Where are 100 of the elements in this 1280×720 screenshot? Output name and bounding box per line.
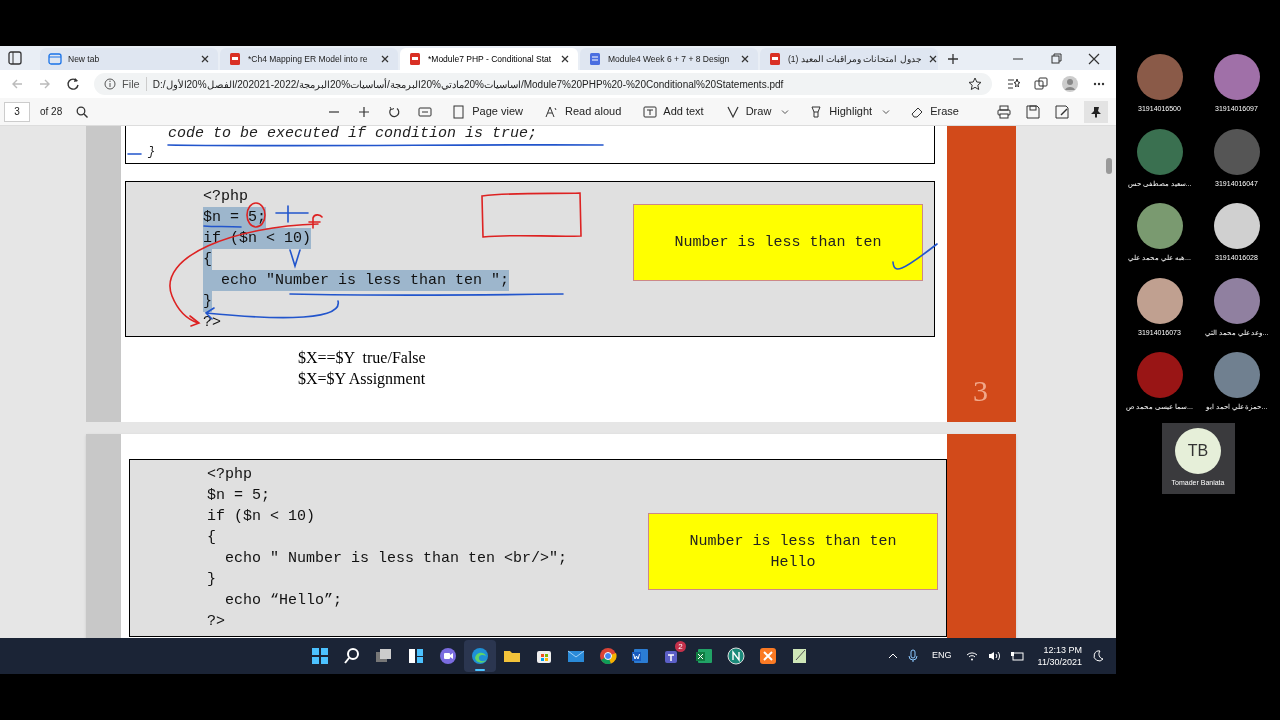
page-number: 3 — [973, 376, 988, 406]
url-text: D:/اساسيات%20مادتي%20البرمجة/أساسيات%20البرمجة/2022-202021/الفصل%20الأول/Module7%20PHP%20-%20Conditional%20Statements.pdf — [152, 77, 784, 92]
browser-tab[interactable]: *Ch4 Mapping ER Model into re — [220, 48, 398, 70]
pin-toolbar-button[interactable] — [1084, 100, 1108, 123]
page-count: of 28 — [40, 105, 63, 119]
profile-icon — [1062, 76, 1078, 92]
code-line: { — [207, 528, 216, 548]
favorite-star-icon — [968, 77, 982, 91]
language-indicator[interactable]: ENG — [932, 649, 952, 663]
moon-icon — [1092, 650, 1104, 662]
code-line: $n = 5; — [207, 486, 270, 506]
addtext-button[interactable]: Add text — [641, 100, 706, 123]
back-icon — [10, 77, 24, 91]
code-line: code to be executed if condition is true; — [168, 126, 539, 142]
avatar-photo-placeholder — [1136, 352, 1183, 398]
netbeans-icon — [726, 646, 746, 666]
read-aloud-icon — [545, 104, 559, 119]
tab-title: جدول امتحانات ومراقبات المعيد (1) — [788, 52, 922, 66]
tab-actions-icon — [8, 51, 22, 65]
browser-tab[interactable]: *Module7 PHP - Conditional Stat — [400, 48, 578, 70]
scrollbar[interactable] — [1106, 158, 1112, 174]
document-icon — [588, 52, 602, 66]
save-icon — [1026, 104, 1040, 119]
pageview-button[interactable]: Page view — [450, 100, 525, 123]
note-text: $X==$Y true/False — [298, 348, 426, 368]
zoom-in-icon — [358, 105, 371, 118]
battery-icon — [1009, 651, 1024, 661]
chevron-up-icon — [888, 652, 899, 660]
browser-tab[interactable]: New tab — [40, 48, 218, 70]
code-line: ?> — [203, 313, 221, 333]
speaker-icon — [987, 651, 1000, 661]
code-line: } — [148, 146, 157, 159]
taskbar-app-button[interactable]: 2 — [656, 640, 688, 672]
restore-icon — [1050, 53, 1062, 65]
pdf-file-icon — [228, 52, 242, 66]
info-icon — [104, 78, 116, 90]
code-line: echo " Number is less than ten <br/>"; — [224, 549, 568, 569]
draw-button[interactable]: Draw — [723, 100, 774, 123]
new-tab-plus-icon — [946, 52, 960, 66]
notification-badge: 2 — [675, 641, 686, 652]
avatar-photo-placeholder — [1136, 54, 1183, 100]
chrome-browser-icon — [598, 646, 618, 666]
spreadsheet-icon — [694, 646, 714, 666]
wifi-icon — [965, 651, 978, 661]
page-number-field[interactable]: 3 — [4, 101, 30, 122]
browser-tab[interactable]: Module4 Week 6 + 7 + 8 Design — [580, 48, 758, 70]
windows-start-icon — [310, 646, 330, 666]
tab-title: New tab — [68, 52, 101, 66]
pin-icon — [1090, 105, 1102, 118]
page-view-icon — [452, 104, 467, 119]
file-label: File — [122, 76, 140, 92]
print-icon — [997, 104, 1011, 119]
note-text: $X=$Y Assignment — [298, 369, 426, 389]
dropdown-caret-icon — [882, 107, 891, 116]
tab-title: *Ch4 Mapping ER Model into re — [248, 52, 369, 66]
browser-tab[interactable]: جدول امتحانات ومراقبات المعيد (1) — [760, 48, 938, 70]
close-icon — [740, 54, 750, 64]
avatar-photo-placeholder — [1213, 352, 1260, 398]
favorites-icon — [1006, 77, 1020, 91]
output-text: Number is less than ten — [674, 233, 882, 253]
clock-date: 11/30/2021 — [1037, 656, 1082, 668]
taskbar-app-button[interactable] — [464, 640, 496, 672]
text-box-icon — [643, 104, 658, 119]
code-line: echo “Hello”; — [224, 591, 343, 611]
code-line: } — [207, 570, 216, 590]
erase-button[interactable]: Erase — [908, 100, 961, 123]
microphone-icon — [908, 649, 919, 663]
new-tab-icon — [48, 52, 62, 66]
close-icon — [1088, 53, 1100, 65]
code-line: if ($n < 10) — [207, 507, 316, 527]
widgets-icon — [406, 646, 426, 666]
forward-icon — [38, 77, 52, 91]
clock-time: 12:13 PM — [1043, 644, 1082, 656]
xampp-icon — [758, 646, 778, 666]
highlighter-icon — [809, 104, 824, 119]
output-text: Number is less than ten — [689, 531, 897, 552]
pen-icon — [725, 104, 740, 119]
highlight-button[interactable]: Highlight — [807, 100, 875, 123]
avatar-photo-placeholder — [1213, 54, 1260, 100]
collections-icon — [1034, 77, 1048, 91]
close-icon — [380, 54, 390, 64]
reload-icon — [66, 77, 80, 91]
edge-browser-icon — [470, 646, 490, 666]
tab-title: Module4 Week 6 + 7 + 8 Design — [608, 52, 731, 66]
rotate-icon — [388, 105, 401, 118]
save-as-icon — [1055, 104, 1069, 119]
search-icon — [76, 105, 89, 118]
code-line: <?php — [207, 465, 252, 485]
tab-title: *Module7 PHP - Conditional Stat — [428, 52, 553, 66]
word-document-icon — [630, 646, 650, 666]
close-icon — [560, 54, 570, 64]
dropdown-caret-icon — [781, 107, 790, 116]
pdf-file-icon — [768, 52, 782, 66]
read-button[interactable]: Read aloud — [543, 100, 624, 123]
search-icon — [342, 646, 362, 666]
code-line: ?> — [207, 612, 225, 632]
close-icon — [200, 54, 210, 64]
fit-page-icon — [418, 105, 433, 118]
avatar-photo-placeholder — [1213, 203, 1260, 249]
avatar-photo-placeholder — [1136, 203, 1183, 249]
